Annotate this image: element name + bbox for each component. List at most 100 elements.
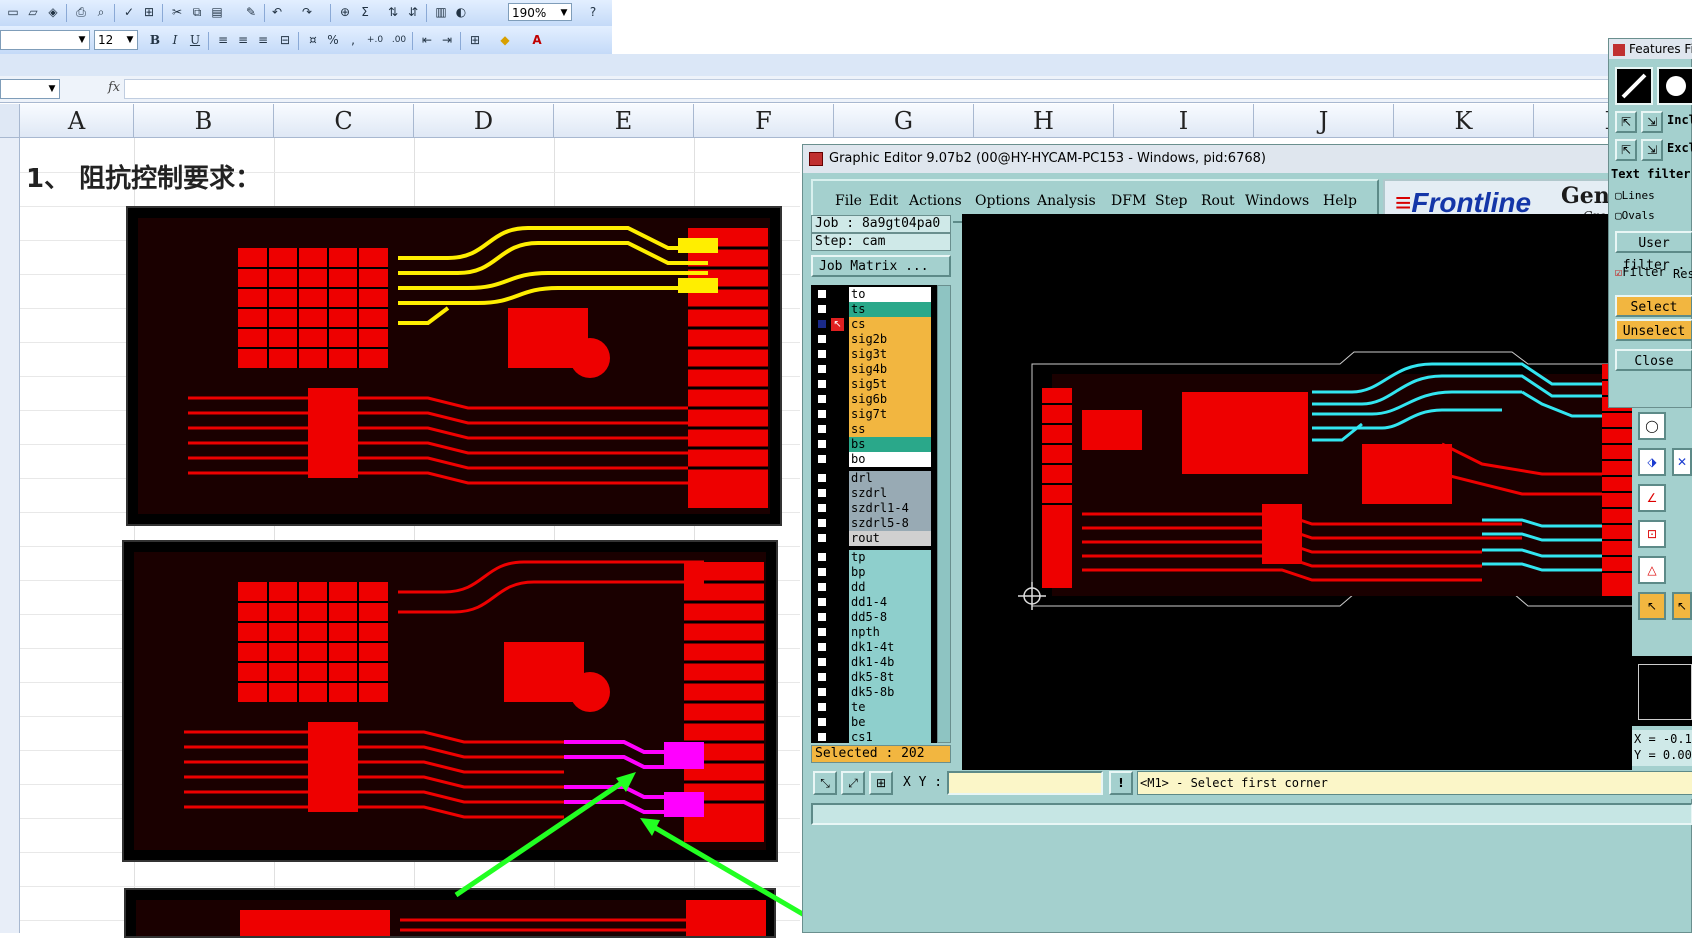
copy-icon[interactable]: ⧉: [188, 3, 206, 21]
layer-checkbox[interactable]: [817, 409, 827, 419]
undo-icon[interactable]: ↶: [268, 3, 286, 21]
menu-options[interactable]: Options: [975, 193, 1030, 209]
print-icon[interactable]: ⎙: [72, 3, 90, 21]
menu-analysis[interactable]: Analysis: [1037, 193, 1096, 209]
layer-row-sig7t[interactable]: sig7t: [811, 407, 931, 422]
layer-row-be[interactable]: be: [811, 715, 931, 730]
column-header-a[interactable]: A: [20, 104, 134, 138]
layer-checkbox[interactable]: [817, 364, 827, 374]
zoom-home-icon[interactable]: ⊞: [869, 771, 893, 795]
unselect-button[interactable]: Unselect: [1615, 319, 1692, 341]
column-header-i[interactable]: I: [1114, 104, 1254, 138]
decrease-decimal-icon[interactable]: .00: [390, 31, 408, 49]
layer-checkbox[interactable]: [817, 424, 827, 434]
layer-row-tp[interactable]: tp: [811, 550, 931, 565]
layer-row-sig6b[interactable]: sig6b: [811, 392, 931, 407]
font-color-icon[interactable]: A: [528, 31, 546, 49]
select-tool-icon[interactable]: ↖: [1672, 592, 1692, 620]
layer-row-sig2b[interactable]: sig2b: [811, 332, 931, 347]
menu-file[interactable]: File: [835, 193, 862, 209]
layer-checkbox[interactable]: [817, 552, 827, 562]
menu-dfm[interactable]: DFM: [1111, 193, 1146, 209]
excl-label[interactable]: Excl: [1667, 141, 1692, 155]
new-icon[interactable]: ▭: [4, 3, 22, 21]
exclude-select-icon[interactable]: ⇱: [1615, 139, 1637, 161]
sort-descending-icon[interactable]: ⇵: [404, 3, 422, 21]
autosum-icon[interactable]: Σ: [356, 3, 374, 21]
layer-row-npth[interactable]: npth: [811, 625, 931, 640]
layer-checkbox[interactable]: [817, 334, 827, 344]
underline-icon[interactable]: U: [186, 31, 204, 49]
increase-decimal-icon[interactable]: +.0: [366, 31, 384, 49]
circle-tool-icon[interactable]: ◯: [1638, 412, 1666, 440]
font-size-combo[interactable]: 12 ▼: [94, 30, 138, 50]
snap-tool-icon[interactable]: ⊡: [1638, 520, 1666, 548]
layer-row-te[interactable]: te: [811, 700, 931, 715]
layer-row-bo[interactable]: bo: [811, 452, 931, 467]
permission-icon[interactable]: ◈: [44, 3, 62, 21]
line-feature-toggle[interactable]: [1615, 67, 1653, 105]
column-header-c[interactable]: C: [274, 104, 414, 138]
measure-tool-icon[interactable]: ∠: [1638, 484, 1666, 512]
column-header-k[interactable]: K: [1394, 104, 1534, 138]
hyperlink-icon[interactable]: ⊕: [336, 3, 354, 21]
ovals-checkbox[interactable]: ▢Ovals: [1615, 209, 1655, 222]
layer-checkbox[interactable]: [817, 533, 827, 543]
filter-checkbox[interactable]: ☑Filter: [1615, 265, 1666, 279]
layer-row-rout[interactable]: rout: [811, 531, 931, 546]
layer-row-sig3t[interactable]: sig3t: [811, 347, 931, 362]
layer-row-cs1[interactable]: cs1: [811, 730, 931, 745]
zoom-out-icon[interactable]: ⤢: [841, 771, 865, 795]
layer-checkbox[interactable]: [817, 597, 827, 607]
layer-checkbox[interactable]: [817, 454, 827, 464]
layer-row-drl[interactable]: drl: [811, 471, 931, 486]
layer-row-bp[interactable]: bp: [811, 565, 931, 580]
layer-checkbox[interactable]: [817, 672, 827, 682]
increase-indent-icon[interactable]: ⇥: [438, 31, 456, 49]
formula-input[interactable]: [124, 79, 1692, 99]
exclude-clear-icon[interactable]: ⇲: [1641, 139, 1663, 161]
layer-row-szdrl[interactable]: szdrl: [811, 486, 931, 501]
triangle-tool-icon[interactable]: △: [1638, 556, 1666, 584]
chevron-down-icon[interactable]: ▼: [75, 31, 89, 49]
merge-center-icon[interactable]: ⊟: [276, 31, 294, 49]
zoom-in-icon[interactable]: ⤡: [813, 771, 837, 795]
menu-actions[interactable]: Actions: [909, 193, 962, 209]
features-filter-titlebar[interactable]: Features Filte: [1609, 39, 1692, 59]
xy-input[interactable]: [947, 771, 1103, 795]
menu-edit[interactable]: Edit: [869, 193, 898, 209]
layer-checkbox[interactable]: [817, 488, 827, 498]
layer-checkbox[interactable]: [817, 687, 827, 697]
job-matrix-button[interactable]: Job Matrix ...: [811, 255, 951, 277]
graphics-canvas[interactable]: [962, 214, 1632, 770]
zoom-combo[interactable]: 190% ▼: [508, 3, 572, 21]
close-button[interactable]: Close: [1615, 349, 1692, 371]
layer-row-szdrl1-4[interactable]: szdrl1-4: [811, 501, 931, 516]
include-select-icon[interactable]: ⇱: [1615, 111, 1637, 133]
italic-icon[interactable]: I: [166, 31, 184, 49]
menu-rout[interactable]: Rout: [1201, 193, 1235, 209]
menu-help[interactable]: Help: [1323, 193, 1357, 209]
font-name-combo[interactable]: ▼: [0, 30, 90, 50]
open-icon[interactable]: ▱: [24, 3, 42, 21]
align-center-icon[interactable]: ≡: [234, 31, 252, 49]
layer-checkbox[interactable]: [817, 379, 827, 389]
pointer-tool-icon[interactable]: ↖: [1638, 592, 1666, 620]
layer-row-to[interactable]: to: [811, 287, 931, 302]
fx-icon[interactable]: fx: [108, 80, 120, 95]
layer-row-dk1-4t[interactable]: dk1-4t: [811, 640, 931, 655]
layer-checkbox[interactable]: [817, 582, 827, 592]
include-clear-icon[interactable]: ⇲: [1641, 111, 1663, 133]
layer-checkbox[interactable]: [817, 657, 827, 667]
borders-icon[interactable]: ⊞: [466, 31, 484, 49]
sort-ascending-icon[interactable]: ⇅: [384, 3, 402, 21]
chevron-down-icon[interactable]: ▼: [123, 31, 137, 49]
layer-row-szdrl5-8[interactable]: szdrl5-8: [811, 516, 931, 531]
research-icon[interactable]: ⊞: [140, 3, 158, 21]
layer-checkbox[interactable]: [817, 518, 827, 528]
drawing-icon[interactable]: ◐: [452, 3, 470, 21]
layer-row-dk5-8t[interactable]: dk5-8t: [811, 670, 931, 685]
layer-row-ss[interactable]: ss: [811, 422, 931, 437]
net-tool-icon[interactable]: ⬗: [1638, 448, 1666, 476]
decrease-indent-icon[interactable]: ⇤: [418, 31, 436, 49]
